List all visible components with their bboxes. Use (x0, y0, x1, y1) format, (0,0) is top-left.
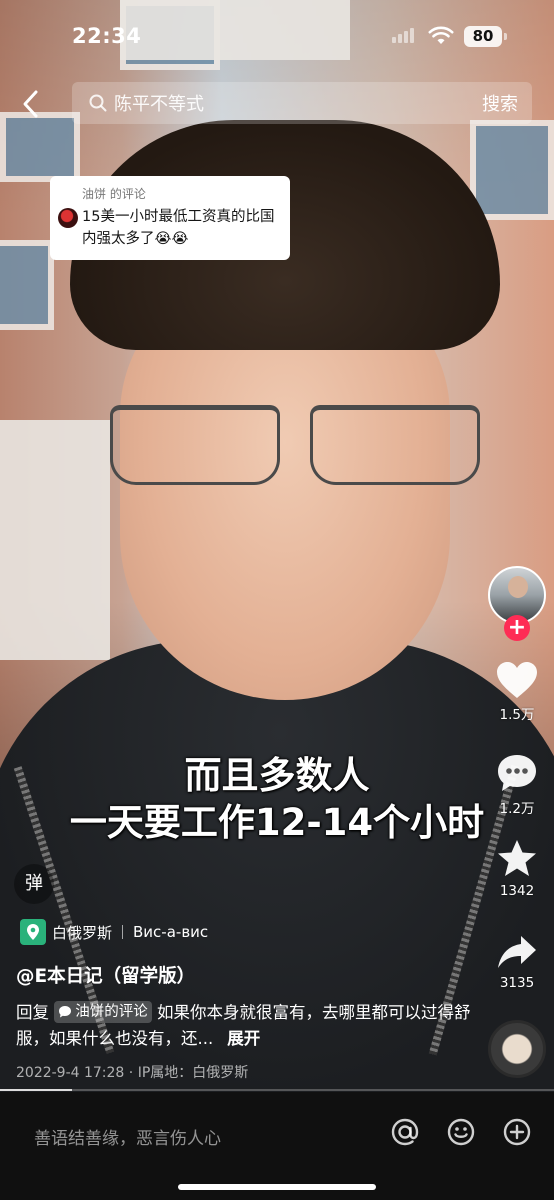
replied-comment-label: 油饼的评论 (75, 1003, 148, 1020)
comment-bubble-icon (498, 755, 536, 791)
danmaku-toggle-button[interactable]: 弹 (14, 864, 54, 904)
favorite-button[interactable]: 1342 (488, 838, 546, 899)
expand-button[interactable]: 展开 (227, 1029, 260, 1048)
wifi-icon (428, 26, 454, 44)
quoted-comment-card[interactable]: 油饼 的评论 15美一小时最低工资真的比国内强太多了😭😭 (50, 176, 290, 260)
comment-count: 1.2万 (499, 801, 535, 817)
follow-plus-button[interactable]: + (504, 615, 530, 641)
search-input[interactable]: 陈平不等式 (114, 90, 482, 116)
replied-comment-chip[interactable]: 油饼的评论 (54, 1000, 152, 1023)
location-name: 白俄罗斯 (52, 923, 113, 942)
author-handle[interactable]: @E本日记（留学版） (16, 962, 195, 988)
like-button[interactable]: 1.5万 (488, 660, 546, 723)
cellular-signal-icon (392, 28, 414, 43)
video-progress-fill (0, 1089, 73, 1091)
status-bar: 22:34 80 (0, 0, 554, 72)
star-icon (498, 840, 536, 876)
background-window (0, 240, 54, 330)
location-place: Вис-а-вис (133, 923, 209, 941)
at-mention-icon[interactable] (390, 1117, 420, 1147)
background-window (0, 112, 80, 182)
search-icon (89, 94, 107, 112)
emoji-icon[interactable] (446, 1117, 476, 1147)
location-tag[interactable]: 白俄罗斯 Вис-а-вис (16, 918, 216, 946)
share-button[interactable]: 3135 (488, 932, 546, 991)
background-window (470, 120, 554, 220)
like-count: 1.5万 (499, 707, 535, 723)
status-time: 22:34 (72, 24, 142, 48)
person-glasses (310, 405, 480, 485)
favorite-count: 1342 (499, 883, 535, 899)
add-plus-icon[interactable] (502, 1117, 532, 1147)
search-button[interactable]: 搜索 (482, 90, 518, 116)
post-date-location: 2022-9-4 17:28 · IP属地：白俄罗斯 (16, 1065, 249, 1081)
music-disc[interactable] (488, 1020, 546, 1078)
video-description[interactable]: 回复 油饼的评论 如果你本身就很富有，去哪里都可以过得舒服，如果什么也没有，还.… (16, 1000, 476, 1052)
share-arrow-icon (498, 936, 536, 968)
person-glasses (110, 405, 280, 485)
home-indicator[interactable] (178, 1184, 376, 1190)
comment-small-icon (59, 1006, 72, 1018)
comment-button[interactable]: 1.2万 (488, 752, 546, 817)
quoted-comment-author: 油饼 的评论 (82, 187, 146, 201)
video-caption-line-1: 而且多数人 (184, 754, 370, 797)
battery-tip (504, 33, 507, 40)
heart-icon (497, 662, 537, 698)
quoted-comment-text: 15美一小时最低工资真的比国内强太多了😭😭 (82, 209, 275, 247)
video-progress-bar[interactable] (0, 1089, 554, 1091)
comment-input[interactable]: 善语结善缘，恶言伤人心 (34, 1124, 221, 1149)
reply-prefix: 回复 (16, 1003, 49, 1022)
search-bar[interactable]: 陈平不等式 搜索 (72, 82, 532, 124)
battery-level: 80 (464, 26, 502, 47)
commenter-avatar (58, 208, 78, 228)
location-divider (122, 925, 124, 939)
chevron-left-icon (23, 90, 38, 118)
background-balcony (0, 420, 110, 660)
location-pin-icon (20, 919, 46, 945)
share-count: 3135 (499, 975, 535, 991)
video-caption-line-2: 一天要工作12-14个小时 (69, 801, 485, 844)
back-button[interactable] (16, 86, 48, 122)
